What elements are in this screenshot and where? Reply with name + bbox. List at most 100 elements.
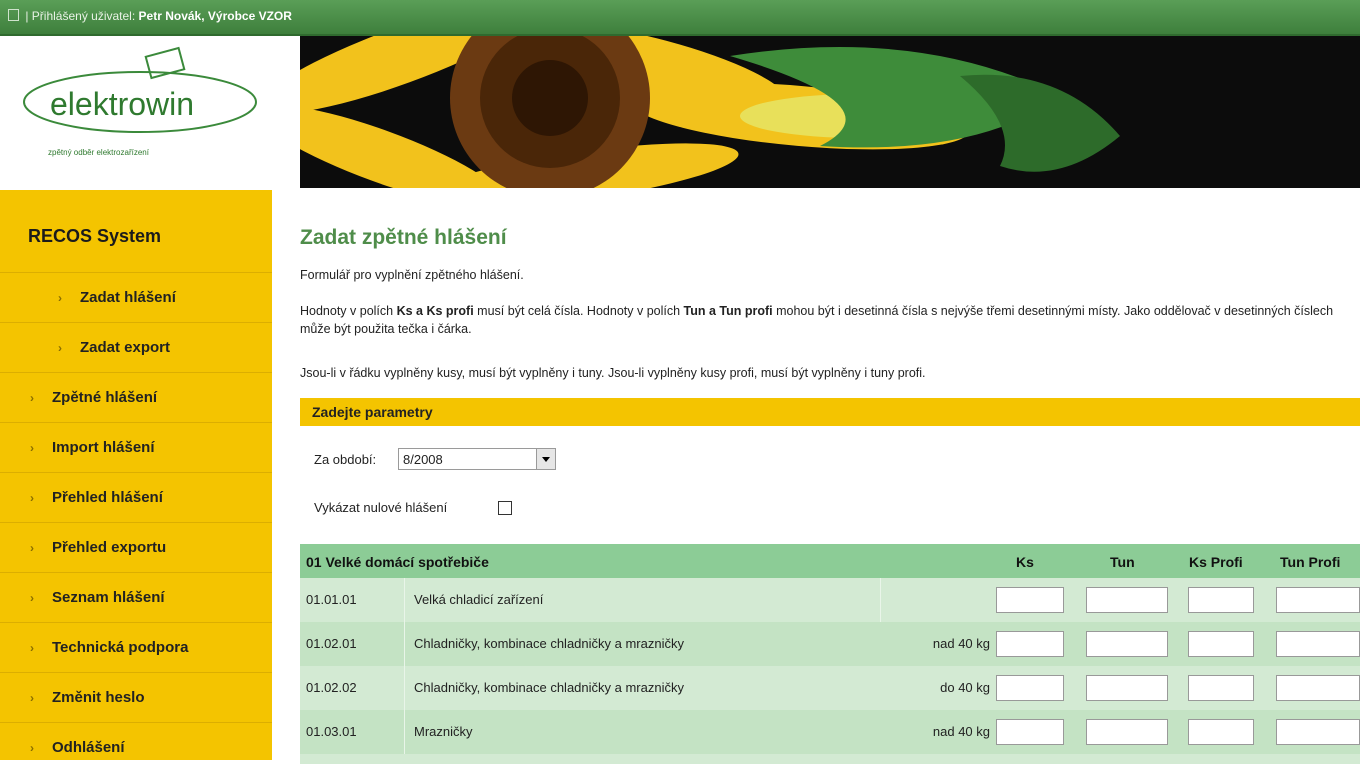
tun-profi-input[interactable] [1276, 631, 1360, 657]
row-name: Chladničky, kombinace chladničky a mrazn… [414, 680, 684, 695]
sidebar-item-label: Změnit heslo [52, 689, 145, 706]
header-banner [300, 36, 1360, 188]
row-name: Velká chladicí zařízení [414, 592, 544, 607]
home-icon[interactable] [8, 9, 19, 21]
tun-input[interactable] [1086, 675, 1168, 701]
hint-part: musí být celá čísla. Hodnoty v polích [473, 304, 684, 318]
tun-input[interactable] [1086, 587, 1168, 613]
tun-profi-input[interactable] [1276, 675, 1360, 701]
period-label: Za období: [314, 452, 377, 467]
hint-part: Hodnoty v polích [300, 304, 397, 318]
chevron-right-icon: › [58, 290, 62, 305]
ks-profi-input[interactable] [1188, 631, 1254, 657]
hint-bold: Tun a Tun profi [683, 304, 773, 318]
hint-text: Hodnoty v polích Ks a Ks profi musí být … [300, 302, 1350, 338]
sidebar-item-zmenit-heslo[interactable]: › Změnit heslo [0, 672, 272, 722]
chevron-right-icon: › [30, 440, 34, 455]
top-bar: | Přihlášený uživatel: Petr Novák, Výrob… [0, 0, 1360, 36]
category-title: 01 Velké domácí spotřebiče [306, 554, 489, 570]
ks-input[interactable] [996, 587, 1064, 613]
sidebar-item-label: Přehled exportu [52, 539, 167, 556]
table-row: 01.02.01 Chladničky, kombinace chladničk… [300, 622, 1360, 666]
table-row: 01.02.02 Chladničky, kombinace chladničk… [300, 666, 1360, 710]
chevron-right-icon: › [58, 340, 62, 355]
sunflower-image [300, 36, 1360, 188]
col-tun: Tun [1110, 554, 1135, 570]
table-row: 01.03.01 Mrazničky nad 40 kg [300, 710, 1360, 754]
intro-text: Formulář pro vyplnění zpětného hlášení. [300, 268, 524, 282]
logged-user: Petr Novák, Výrobce VZOR [138, 9, 292, 23]
logo-tagline: zpětný odběr elektrozařízení [48, 148, 149, 157]
row-code: 01.02.01 [306, 636, 357, 651]
main-content: Zadat zpětné hlášení Formulář pro vyplně… [300, 190, 1360, 764]
section-title: Zadejte parametry [312, 404, 433, 420]
row-name: Chladničky, kombinace chladničky a mrazn… [414, 636, 684, 651]
sidebar-item-label: Technická podpora [52, 639, 189, 656]
sidebar-item-prehled-exportu[interactable]: › Přehled exportu [0, 522, 272, 572]
logo[interactable]: elektrowin zpětný odběr elektrozařízení [0, 36, 300, 188]
col-ks: Ks [1016, 554, 1034, 570]
hint-bold: Ks a Ks profi [396, 304, 474, 318]
divider [404, 666, 405, 710]
row-code: 01.01.01 [306, 592, 357, 607]
sidebar-item-label: Zadat export [80, 339, 171, 356]
ks-profi-input[interactable] [1188, 675, 1254, 701]
table-header: 01 Velké domácí spotřebiče Ks Tun Ks Pro… [300, 544, 1360, 578]
sidebar-item-label: Přehled hlášení [52, 489, 163, 506]
sidebar-item-technicka-podpora[interactable]: › Technická podpora [0, 622, 272, 672]
sidebar-item-odhlaseni[interactable]: › Odhlášení [0, 722, 272, 772]
parameters-section-header: Zadejte parametry [300, 398, 1360, 426]
divider [404, 622, 405, 666]
ks-input[interactable] [996, 631, 1064, 657]
sidebar: RECOS System › Zadat hlášení › Zadat exp… [0, 190, 272, 760]
divider [880, 578, 881, 622]
page-title: Zadat zpětné hlášení [300, 226, 507, 249]
row-weight: nad 40 kg [932, 636, 990, 651]
tun-profi-input[interactable] [1276, 719, 1360, 745]
sidebar-item-zpetne-hlaseni[interactable]: › Zpětné hlášení [0, 372, 272, 422]
sidebar-item-import-hlaseni[interactable]: › Import hlášení [0, 422, 272, 472]
sidebar-item-label: Seznam hlášení [52, 589, 165, 606]
chevron-right-icon: › [30, 740, 34, 755]
sidebar-item-label: Import hlášení [52, 439, 155, 456]
row-weight: nad 40 kg [932, 724, 990, 739]
period-value: 8/2008 [403, 452, 443, 467]
table-row-partial [300, 754, 1360, 764]
col-tun-profi: Tun Profi [1280, 554, 1341, 570]
tun-profi-input[interactable] [1276, 587, 1360, 613]
chevron-right-icon: › [30, 590, 34, 605]
dropdown-arrow-icon[interactable] [536, 449, 555, 469]
sidebar-item-label: Odhlášení [52, 739, 125, 756]
login-prefix: | Přihlášený uživatel: [25, 9, 136, 23]
ks-input[interactable] [996, 719, 1064, 745]
divider [404, 578, 405, 622]
table-row: 01.01.01 Velká chladicí zařízení [300, 578, 1360, 622]
sidebar-item-seznam-hlaseni[interactable]: › Seznam hlášení [0, 572, 272, 622]
period-select[interactable]: 8/2008 [398, 448, 556, 470]
row-weight: do 40 kg [940, 680, 990, 695]
zero-report-label: Vykázat nulové hlášení [314, 500, 448, 515]
row-name: Mrazničky [414, 724, 473, 739]
rule-text: Jsou-li v řádku vyplněny kusy, musí být … [300, 366, 926, 380]
zero-report-checkbox[interactable] [498, 501, 512, 515]
chevron-right-icon: › [30, 390, 34, 405]
sidebar-item-label: Zpětné hlášení [52, 389, 158, 406]
sidebar-item-label: Zadat hlášení [80, 289, 176, 306]
logo-name: elektrowin [50, 86, 195, 122]
sidebar-item-prehled-hlaseni[interactable]: › Přehled hlášení [0, 472, 272, 522]
col-ks-profi: Ks Profi [1189, 554, 1243, 570]
tun-input[interactable] [1086, 719, 1168, 745]
login-info: | Přihlášený uživatel: Petr Novák, Výrob… [8, 9, 292, 23]
chevron-right-icon: › [30, 540, 34, 555]
ks-input[interactable] [996, 675, 1064, 701]
sidebar-item-zadat-hlaseni[interactable]: › Zadat hlášení [0, 272, 272, 322]
ks-profi-input[interactable] [1188, 719, 1254, 745]
tun-input[interactable] [1086, 631, 1168, 657]
ks-profi-input[interactable] [1188, 587, 1254, 613]
divider [404, 710, 405, 754]
chevron-right-icon: › [30, 690, 34, 705]
chevron-right-icon: › [30, 490, 34, 505]
sidebar-title: RECOS System [28, 226, 162, 246]
row-code: 01.02.02 [306, 680, 357, 695]
sidebar-item-zadat-export[interactable]: › Zadat export [0, 322, 272, 372]
